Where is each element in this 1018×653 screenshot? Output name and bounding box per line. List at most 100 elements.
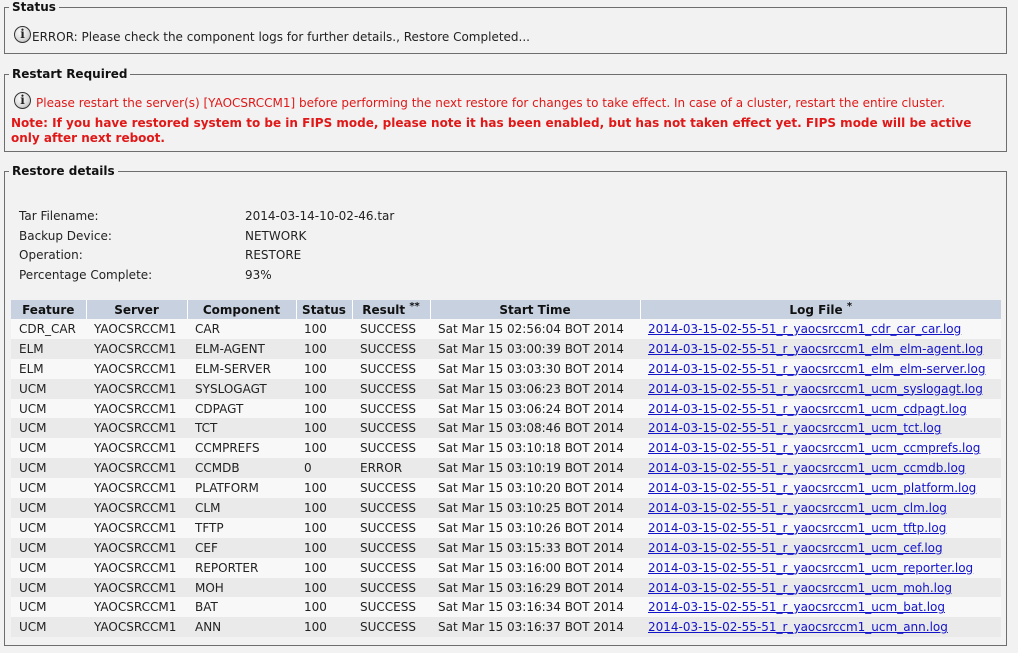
table-row: UCM YAOCSRCCM1 SYSLOGAGT 100 SUCCESS Sat Mar … [11, 378, 1001, 399]
cell-component: CLM [187, 498, 296, 518]
col-header-start-time: Start Time [430, 300, 641, 319]
cell-result: SUCCESS [352, 398, 430, 419]
table-row: UCM YAOCSRCCM1 CCMDB 0 ERROR Sat Mar 15 03:10… [11, 458, 1001, 479]
col-header-component: Component [187, 300, 297, 319]
cell-component: MOH [187, 577, 296, 598]
log-file-footnote-mark: * [846, 300, 853, 312]
cell-log-file: 2014-03-15-02-55-51_r_yaocsrccm1_ucm_ccm… [640, 438, 1001, 459]
cell-feature: UCM [11, 597, 86, 618]
cell-server: YAOCSRCCM1 [86, 537, 187, 558]
cell-server: YAOCSRCCM1 [86, 557, 187, 578]
result-footnote-mark: ** [409, 300, 420, 312]
log-file-link[interactable]: 2014-03-15-02-55-51_r_yaocsrccm1_ucm_sys… [648, 382, 983, 396]
log-file-link[interactable]: 2014-03-15-02-55-51_r_yaocsrccm1_ucm_cdp… [648, 402, 967, 416]
operation-label: Operation: [19, 248, 83, 262]
cell-log-file: 2014-03-15-02-55-51_r_yaocsrccm1_ucm_sys… [640, 378, 1001, 399]
table-row: UCM YAOCSRCCM1 MOH 100 SUCCESS Sat Mar 15 03:… [11, 577, 1001, 598]
cell-component: CEF [187, 537, 296, 558]
cell-server: YAOCSRCCM1 [86, 418, 187, 439]
cell-component: CCMDB [187, 458, 296, 479]
table-header-row: Feature Server Component Status Result *… [11, 300, 1001, 319]
status-message: ERROR: Please check the component logs f… [32, 30, 530, 44]
backup-device-label: Backup Device: [19, 229, 112, 243]
log-file-link[interactable]: 2014-03-15-02-55-51_r_yaocsrccm1_ucm_pla… [648, 481, 976, 495]
log-file-link[interactable]: 2014-03-15-02-55-51_r_yaocsrccm1_elm_elm… [648, 342, 983, 356]
details-legend: Restore details [12, 164, 115, 178]
log-file-link[interactable]: 2014-03-15-02-55-51_r_yaocsrccm1_elm_elm… [648, 362, 985, 376]
cell-status: 100 [296, 597, 352, 618]
cell-start-time: Sat Mar 15 03:10:19 BOT 2014 [430, 458, 640, 479]
restart-message: Please restart the server(s) [YAOCSRCCM1… [36, 96, 946, 110]
cell-server: YAOCSRCCM1 [86, 438, 187, 459]
cell-component: BAT [187, 597, 296, 618]
table-row: UCM YAOCSRCCM1 CCMPREFS 100 SUCCESS Sat Mar 1… [11, 438, 1001, 459]
log-file-link[interactable]: 2014-03-15-02-55-51_r_yaocsrccm1_ucm_rep… [648, 561, 973, 575]
cell-component: REPORTER [187, 557, 296, 578]
cell-feature: UCM [11, 537, 86, 558]
cell-status: 100 [296, 338, 352, 359]
cell-status: 100 [296, 517, 352, 538]
table-row: UCM YAOCSRCCM1 PLATFORM 100 SUCCESS Sat Mar 1… [11, 478, 1001, 499]
cell-server: YAOCSRCCM1 [86, 517, 187, 538]
cell-server: YAOCSRCCM1 [86, 617, 187, 638]
cell-status: 100 [296, 577, 352, 598]
cell-result: SUCCESS [352, 358, 430, 379]
cell-result: SUCCESS [352, 338, 430, 359]
log-file-link[interactable]: 2014-03-15-02-55-51_r_yaocsrccm1_ucm_ann… [648, 620, 948, 634]
cell-result: SUCCESS [352, 319, 430, 339]
cell-status: 100 [296, 438, 352, 459]
log-file-link[interactable]: 2014-03-15-02-55-51_r_yaocsrccm1_ucm_ccm… [648, 441, 980, 455]
cell-start-time: Sat Mar 15 03:08:46 BOT 2014 [430, 418, 640, 439]
cell-result: SUCCESS [352, 378, 430, 399]
log-file-link[interactable]: 2014-03-15-02-55-51_r_yaocsrccm1_ucm_clm… [648, 501, 947, 515]
status-panel: Status [4, 0, 1007, 54]
cell-server: YAOCSRCCM1 [86, 358, 187, 379]
table-row: UCM YAOCSRCCM1 CEF 100 SUCCESS Sat Mar 15 03:… [11, 537, 1001, 558]
cell-feature: UCM [11, 378, 86, 399]
cell-result: SUCCESS [352, 597, 430, 618]
cell-component: TFTP [187, 517, 296, 538]
tar-filename-label: Tar Filename: [19, 209, 99, 223]
restore-results-table: Feature Server Component Status Result *… [11, 300, 1001, 638]
log-file-link[interactable]: 2014-03-15-02-55-51_r_yaocsrccm1_cdr_car… [648, 322, 961, 336]
cell-status: 100 [296, 398, 352, 419]
cell-log-file: 2014-03-15-02-55-51_r_yaocsrccm1_elm_elm… [640, 338, 1001, 359]
col-header-server: Server [86, 300, 188, 319]
cell-result: SUCCESS [352, 577, 430, 598]
cell-feature: UCM [11, 418, 86, 439]
cell-status: 100 [296, 478, 352, 499]
cell-feature: UCM [11, 517, 86, 538]
cell-log-file: 2014-03-15-02-55-51_r_yaocsrccm1_ucm_tct… [640, 418, 1001, 439]
cell-status: 100 [296, 319, 352, 339]
cell-start-time: Sat Mar 15 02:56:04 BOT 2014 [430, 319, 640, 339]
info-icon: i [14, 26, 31, 43]
cell-start-time: Sat Mar 15 03:16:29 BOT 2014 [430, 577, 640, 598]
cell-log-file: 2014-03-15-02-55-51_r_yaocsrccm1_ucm_cef… [640, 537, 1001, 558]
cell-result: SUCCESS [352, 478, 430, 499]
cell-component: ELM-AGENT [187, 338, 296, 359]
cell-component: CCMPREFS [187, 438, 296, 459]
percentage-complete-value: 93% [245, 268, 272, 282]
table-row: UCM YAOCSRCCM1 CDPAGT 100 SUCCESS Sat Mar 15 … [11, 398, 1001, 419]
cell-start-time: Sat Mar 15 03:10:26 BOT 2014 [430, 517, 640, 538]
log-file-link[interactable]: 2014-03-15-02-55-51_r_yaocsrccm1_ucm_cef… [648, 541, 943, 555]
table-row: UCM YAOCSRCCM1 REPORTER 100 SUCCESS Sat Mar 1… [11, 557, 1001, 578]
cell-component: PLATFORM [187, 478, 296, 499]
cell-status: 100 [296, 358, 352, 379]
cell-component: ANN [187, 617, 296, 638]
log-file-header-label: Log File [789, 302, 843, 317]
cell-status: 100 [296, 378, 352, 399]
result-header-label: Result [362, 302, 406, 317]
log-file-link[interactable]: 2014-03-15-02-55-51_r_yaocsrccm1_ucm_tct… [648, 421, 941, 435]
log-file-link[interactable]: 2014-03-15-02-55-51_r_yaocsrccm1_ucm_ccm… [648, 461, 965, 475]
cell-log-file: 2014-03-15-02-55-51_r_yaocsrccm1_ucm_moh… [640, 577, 1001, 598]
cell-server: YAOCSRCCM1 [86, 478, 187, 499]
cell-status: 100 [296, 557, 352, 578]
cell-log-file: 2014-03-15-02-55-51_r_yaocsrccm1_ucm_rep… [640, 557, 1001, 578]
cell-result: SUCCESS [352, 498, 430, 518]
cell-status: 100 [296, 617, 352, 638]
cell-result: SUCCESS [352, 537, 430, 558]
log-file-link[interactable]: 2014-03-15-02-55-51_r_yaocsrccm1_ucm_tft… [648, 521, 946, 535]
log-file-link[interactable]: 2014-03-15-02-55-51_r_yaocsrccm1_ucm_moh… [648, 581, 952, 595]
log-file-link[interactable]: 2014-03-15-02-55-51_r_yaocsrccm1_ucm_bat… [648, 600, 945, 614]
